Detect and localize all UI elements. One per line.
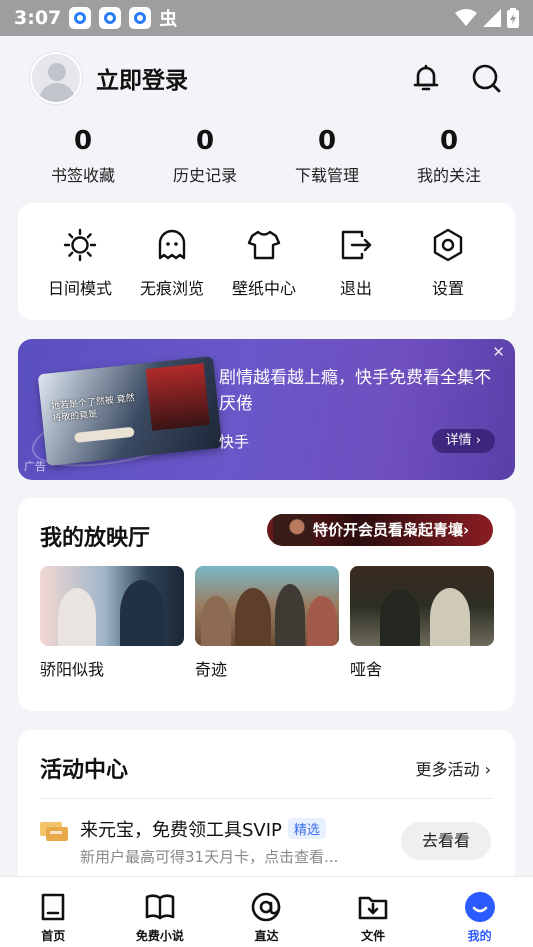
tool-settings[interactable]: 设置 — [402, 203, 494, 320]
ad-close-icon[interactable]: ✕ — [492, 343, 505, 361]
sun-icon — [63, 228, 97, 262]
video-card[interactable]: 奇迹 — [195, 566, 339, 680]
tool-label: 无痕浏览 — [139, 279, 204, 298]
shirt-icon — [247, 230, 281, 260]
exit-icon — [341, 230, 372, 260]
nav-files[interactable]: 文件 — [320, 877, 427, 947]
tool-incognito[interactable]: 无痕浏览 — [126, 203, 218, 320]
ad-banner[interactable]: 她若是个了然被 竟然将敬的竟是 ✕ 广告 剧情越看越上瘾，快手免费看全集不厌倦 … — [18, 339, 515, 480]
tool-wallpaper[interactable]: 壁纸中心 — [218, 203, 310, 320]
profile-header: 立即登录 — [0, 36, 533, 120]
home-icon — [41, 893, 65, 921]
tool-label: 设置 — [431, 279, 464, 298]
video-thumbnail — [350, 566, 494, 646]
stat-downloads[interactable]: 0 下载管理 — [266, 124, 388, 186]
login-link[interactable]: 立即登录 — [96, 61, 188, 95]
bell-icon[interactable] — [409, 61, 443, 95]
nav-novels[interactable]: 免费小说 — [107, 877, 214, 947]
app-notification-icon — [129, 7, 152, 29]
system-indicators — [455, 8, 519, 28]
video-card[interactable]: 骄阳似我 — [40, 566, 184, 680]
tools-card: 日间模式 无痕浏览 壁纸中心 退出 设置 — [18, 203, 515, 320]
video-card[interactable]: 哑舍 — [350, 566, 494, 680]
avatar[interactable] — [30, 52, 82, 104]
stat-value: 0 — [439, 126, 459, 156]
bottom-nav: 首页 免费小说 直达 文件 我的 — [0, 876, 533, 947]
stat-value: 0 — [73, 126, 93, 156]
ad-text: 剧情越看越上瘾，快手免费看全集不厌倦 — [219, 368, 491, 414]
tool-exit[interactable]: 退出 — [310, 203, 402, 320]
nav-label: 文件 — [361, 929, 386, 943]
activity-item-title[interactable]: 来元宝，免费领工具SVIP 精选 — [80, 816, 326, 842]
stat-label: 我的关注 — [416, 166, 481, 185]
video-thumbnail — [40, 566, 184, 646]
activity-card: 活动中心 更多活动 › 来元宝，免费领工具SVIP 精选 新用户最高可得31天月卡… — [18, 730, 515, 890]
ad-label: 广告 — [24, 460, 46, 473]
video-thumbnail — [195, 566, 339, 646]
ad-poster-image: 她若是个了然被 竟然将敬的竟是 — [37, 356, 223, 466]
video-title: 哑舍 — [350, 660, 383, 679]
stat-value: 0 — [195, 126, 215, 156]
activity-title-text: 来元宝，免费领工具SVIP — [80, 820, 282, 841]
nav-profile[interactable]: 我的 — [426, 877, 533, 947]
nav-label: 首页 — [41, 929, 66, 943]
svip-coupon-icon — [40, 822, 68, 841]
video-title: 骄阳似我 — [40, 660, 105, 679]
wifi-icon — [455, 9, 477, 26]
status-time: 3:07 — [14, 7, 62, 29]
promo-text: 特价开会员看枭起青壤› — [313, 521, 470, 539]
tool-day-mode[interactable]: 日间模式 — [34, 203, 126, 320]
nav-label: 免费小说 — [135, 929, 184, 943]
ghost-icon — [158, 229, 186, 260]
stat-value: 0 — [317, 126, 337, 156]
stat-history[interactable]: 0 历史记录 — [144, 124, 266, 186]
tool-label: 退出 — [339, 279, 372, 298]
at-icon — [252, 892, 281, 922]
nav-home[interactable]: 首页 — [0, 877, 107, 947]
app-notification-icon — [69, 7, 92, 29]
folder-download-icon — [358, 896, 388, 920]
tool-label: 壁纸中心 — [231, 279, 296, 298]
ad-detail-button[interactable]: 详情 › — [431, 429, 495, 453]
stat-following[interactable]: 0 我的关注 — [388, 124, 510, 186]
video-title: 奇迹 — [195, 660, 228, 679]
activity-item-subtitle: 新用户最高可得31天月卡，点击查看... — [80, 848, 339, 866]
more-activities-link[interactable]: 更多活动 › — [416, 756, 492, 780]
section-title: 我的放映厅 — [40, 526, 151, 551]
bug-icon: 虫 — [159, 9, 178, 30]
stat-bookmarks[interactable]: 0 书签收藏 — [22, 124, 144, 186]
divider — [40, 798, 493, 799]
status-bar: 3:07 虫 — [0, 0, 533, 36]
ad-brand: 快手 — [219, 433, 250, 451]
stat-label: 书签收藏 — [50, 166, 115, 185]
poster-text: 她若是个了然被 竟然将敬的竟是 — [50, 393, 136, 425]
book-icon — [145, 894, 175, 920]
search-icon[interactable] — [469, 61, 503, 95]
section-title: 活动中心 — [40, 758, 129, 783]
stats-row: 0 书签收藏 0 历史记录 0 下载管理 0 我的关注 — [0, 124, 533, 186]
theater-card: 我的放映厅 特价开会员看枭起青壤› 骄阳似我 奇迹 哑舍 — [18, 498, 515, 711]
nav-label: 我的 — [467, 929, 492, 943]
go-see-button[interactable]: 去看看 — [401, 822, 491, 860]
nav-label: 直达 — [254, 929, 279, 943]
tool-label: 日间模式 — [47, 279, 112, 298]
settings-icon — [433, 228, 463, 262]
profile-smile-icon — [464, 892, 495, 922]
stat-label: 下载管理 — [294, 166, 359, 185]
app-notification-icon — [99, 7, 122, 29]
stat-label: 历史记录 — [172, 166, 237, 185]
nav-direct[interactable]: 直达 — [213, 877, 320, 947]
signal-icon — [483, 9, 501, 27]
vip-promo-banner[interactable]: 特价开会员看枭起青壤› — [267, 514, 493, 546]
battery-icon — [507, 8, 519, 28]
featured-tag: 精选 — [287, 818, 326, 839]
